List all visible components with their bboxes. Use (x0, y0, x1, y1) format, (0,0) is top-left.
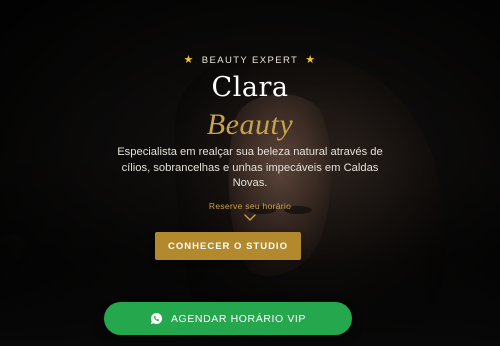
eyebrow: ★ BEAUTY EXPERT ★ (0, 54, 500, 67)
star-icon: ★ (305, 54, 317, 66)
eyebrow-label: BEAUTY EXPERT (201, 55, 299, 66)
brand-title-second: Beauty (206, 108, 294, 141)
agendar-vip-button[interactable]: AGENDAR HORÁRIO VIP (104, 302, 352, 335)
star-icon: ★ (183, 54, 195, 66)
chevron-down-icon[interactable] (243, 214, 257, 222)
whatsapp-icon (150, 312, 163, 325)
reserve-link[interactable]: Reserve seu horário (0, 201, 500, 211)
hero-description: Especialista em realçar sua beleza natur… (117, 146, 383, 189)
conhecer-studio-button[interactable]: CONHECER O STUDIO (155, 232, 301, 260)
hero-section: ★ BEAUTY EXPERT ★ Clara Beauty Especiali… (0, 0, 500, 346)
agendar-vip-label: AGENDAR HORÁRIO VIP (170, 312, 307, 325)
brand-title-first: Clara (211, 72, 289, 103)
